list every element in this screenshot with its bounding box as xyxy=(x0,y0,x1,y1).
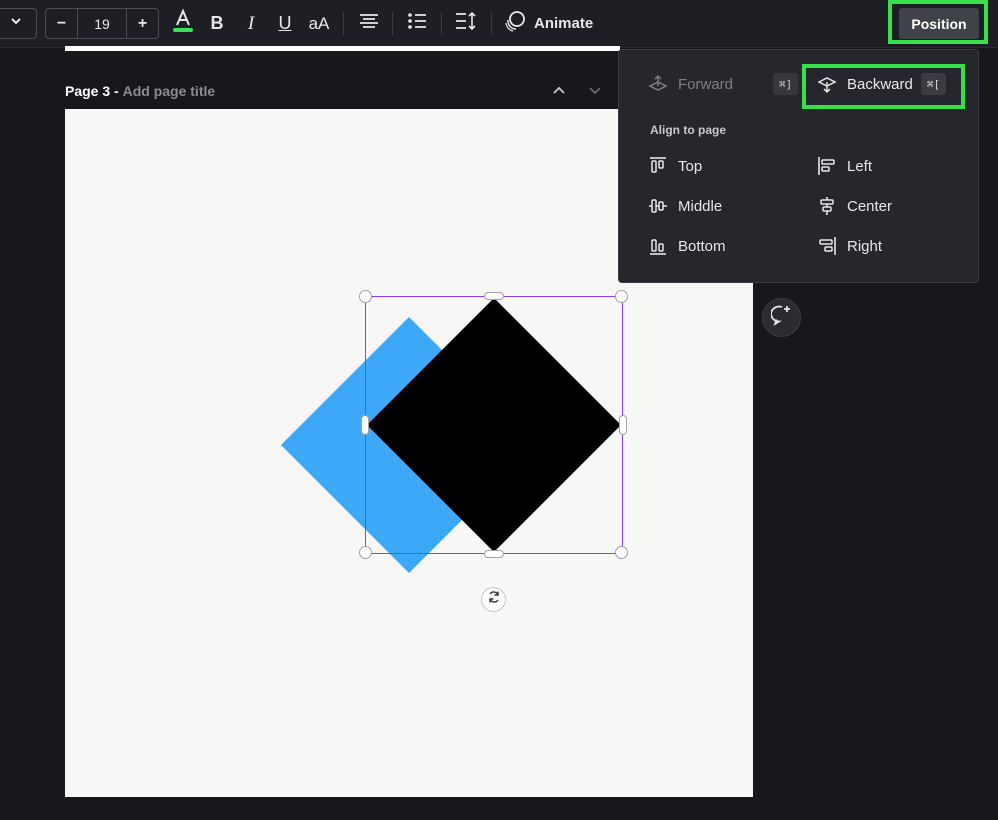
toolbar-divider xyxy=(343,12,344,35)
forward-option[interactable]: Forward ⌘] xyxy=(648,73,799,95)
bring-forward-icon xyxy=(648,74,668,94)
italic-button[interactable]: I xyxy=(240,8,262,39)
rotate-icon xyxy=(487,590,501,609)
align-bottom-label: Bottom xyxy=(678,237,726,255)
align-top-option[interactable]: Top xyxy=(648,156,702,176)
align-middle-option[interactable]: Middle xyxy=(648,196,722,216)
backward-label: Backward xyxy=(847,75,913,93)
align-top-label: Top xyxy=(678,157,703,175)
align-center-icon xyxy=(817,196,837,216)
align-to-page-heading: Align to page xyxy=(650,123,726,137)
toolbar-divider xyxy=(491,12,492,35)
chevron-down-icon xyxy=(9,14,23,33)
font-dropdown-button[interactable] xyxy=(0,8,37,39)
bold-icon: B xyxy=(210,13,224,33)
rotate-handle[interactable] xyxy=(481,587,506,612)
animate-button[interactable]: Animate xyxy=(504,8,593,39)
add-comment-icon xyxy=(769,304,793,331)
selection-frame xyxy=(365,296,623,554)
resize-handle-top-right[interactable] xyxy=(615,290,628,303)
align-center-label: Center xyxy=(847,197,893,215)
add-comment-button[interactable] xyxy=(762,298,801,337)
toolbar-divider xyxy=(392,12,393,35)
send-backward-icon xyxy=(817,74,837,94)
list-button[interactable] xyxy=(404,8,430,39)
line-spacing-icon xyxy=(455,11,477,35)
align-top-icon xyxy=(648,156,668,176)
align-middle-icon xyxy=(648,196,668,216)
align-center-option[interactable]: Center xyxy=(817,196,892,216)
resize-handle-left[interactable] xyxy=(361,415,369,435)
align-left-icon xyxy=(817,156,837,176)
spacing-button[interactable] xyxy=(453,8,479,39)
forward-label: Forward xyxy=(678,75,734,93)
underline-icon: U xyxy=(278,13,292,33)
font-size-value[interactable]: 19 xyxy=(77,9,127,38)
previous-page-edge xyxy=(65,46,620,51)
align-right-icon xyxy=(817,236,837,256)
italic-icon: I xyxy=(247,12,255,34)
font-size-stepper: − 19 + xyxy=(45,8,159,39)
backward-shortcut: ⌘[ xyxy=(920,73,947,95)
text-color-button[interactable] xyxy=(170,8,196,39)
text-color-icon xyxy=(172,8,194,39)
align-right-option[interactable]: Right xyxy=(817,236,882,256)
bold-button[interactable]: B xyxy=(206,8,228,39)
chevron-up-icon[interactable] xyxy=(551,82,567,103)
add-page-title[interactable]: Add page title xyxy=(123,83,216,99)
resize-handle-top[interactable] xyxy=(484,292,504,300)
resize-handle-bottom-left[interactable] xyxy=(359,546,372,559)
backward-option[interactable]: Backward ⌘[ xyxy=(817,73,947,95)
align-left-option[interactable]: Left xyxy=(817,156,872,176)
align-center-icon xyxy=(359,13,379,34)
resize-handle-right[interactable] xyxy=(619,415,627,435)
resize-handle-bottom[interactable] xyxy=(484,550,504,558)
toolbar-divider xyxy=(441,12,442,35)
align-left-label: Left xyxy=(847,157,873,175)
position-button[interactable]: Position xyxy=(899,8,979,39)
forward-shortcut: ⌘] xyxy=(773,73,799,95)
decrease-font-size-button[interactable]: − xyxy=(46,9,77,38)
animate-label: Animate xyxy=(534,15,594,32)
editor-toolbar: − 19 + B I U aA Animate Position xyxy=(0,0,998,48)
letter-case-button[interactable]: aA xyxy=(306,8,332,39)
align-middle-label: Middle xyxy=(678,197,723,215)
chevron-down-icon[interactable] xyxy=(587,82,603,103)
increase-font-size-button[interactable]: + xyxy=(127,9,158,38)
resize-handle-top-left[interactable] xyxy=(359,290,372,303)
page-number: Page 3 - xyxy=(65,83,119,99)
align-bottom-icon xyxy=(648,236,668,256)
bullet-list-icon xyxy=(407,12,427,35)
align-right-label: Right xyxy=(847,237,883,255)
page-header: Page 3 - Add page title xyxy=(65,83,215,99)
text-align-button[interactable] xyxy=(356,8,382,39)
align-bottom-option[interactable]: Bottom xyxy=(648,236,726,256)
underline-button[interactable]: U xyxy=(274,8,296,39)
letter-case-icon: aA xyxy=(308,13,330,33)
animate-icon xyxy=(504,10,526,37)
resize-handle-bottom-right[interactable] xyxy=(615,546,628,559)
